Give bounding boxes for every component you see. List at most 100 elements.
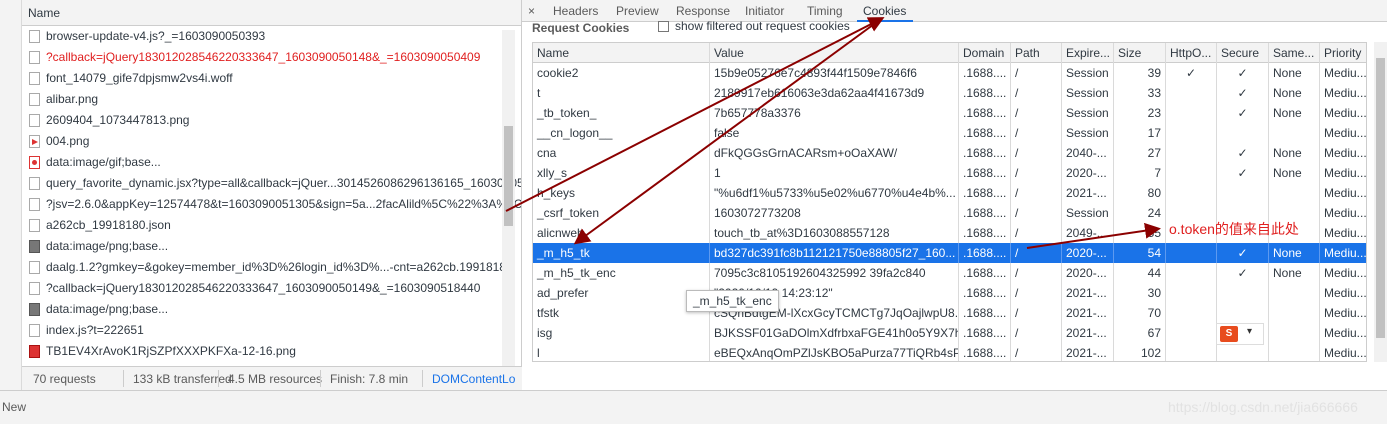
cookie-row[interactable]: _m_h5_tk bd327dc391fc8b112121750e88805f27… [533, 243, 1366, 263]
request-row[interactable]: font_14079_gife7dpjsmw2vs4i.woff [22, 68, 521, 89]
request-row[interactable]: query_favorite_dynamic.jsx?type=all&call… [22, 173, 521, 194]
tab-timing[interactable]: Timing [807, 4, 843, 18]
cookie-priority-cell: Mediu... [1320, 123, 1366, 143]
column-header-value[interactable]: Value [710, 43, 959, 63]
cookie-row[interactable]: l eBEQxAnqOmPZlJsKBO5aPurza77TiQRb4sP....… [533, 343, 1366, 361]
tab-response[interactable]: Response [676, 4, 730, 18]
cookie-value-cell: 2189917eb616063e3da62aa4f41673d9 [710, 83, 959, 103]
chevron-down-icon[interactable]: ▾ [1247, 326, 1252, 337]
red-image-icon [29, 345, 40, 358]
request-row[interactable]: a262cb_19918180.json [22, 215, 521, 236]
column-header-domain[interactable]: Domain [959, 43, 1011, 63]
cookie-expires-cell: 2020-... [1062, 243, 1114, 263]
cookie-priority-cell: Mediu... [1320, 103, 1366, 123]
cookie-priority-cell: Mediu... [1320, 223, 1366, 243]
request-row[interactable]: TB1EV4XrAvoK1RjSZPfXXXPKFXa-12-16.png [22, 341, 521, 362]
column-header-httponly[interactable]: HttpO... [1166, 43, 1217, 63]
cookie-expires-cell: Session [1062, 103, 1114, 123]
cookie-secure-cell [1217, 343, 1269, 361]
request-row[interactable]: browser-update-v4.js?_=1603090050393 [22, 26, 521, 47]
image-icon [29, 240, 40, 253]
column-header-secure[interactable]: Secure [1217, 43, 1269, 63]
cookie-row[interactable]: __cn_logon__ false .1688.... / Session 17 Medi… [533, 123, 1366, 143]
cookie-httponly-cell [1166, 243, 1217, 263]
column-header-name[interactable]: Name [533, 43, 710, 63]
request-row[interactable]: ?jsv=2.6.0&appKey=12574478&t=16030900513… [22, 194, 521, 215]
drawer-new-label[interactable]: New [2, 400, 26, 414]
cookie-path-cell: / [1011, 303, 1062, 323]
watermark-text: https://blog.csdn.net/jia666666 [1168, 399, 1358, 415]
cookie-row[interactable]: cookie2 15b9e05276e7c4893f44f1509e7846f6.… [533, 63, 1366, 83]
cookie-path-cell: / [1011, 183, 1062, 203]
column-header-path[interactable]: Path [1011, 43, 1062, 63]
request-name: browser-update-v4.js?_=1603090050393 [46, 29, 266, 43]
cookie-name-cell: __cn_logon__ [533, 123, 710, 143]
column-header-expires[interactable]: Expire... [1062, 43, 1114, 63]
cookie-path-cell: / [1011, 203, 1062, 223]
cookie-row[interactable]: tfstk cSQhBdtgEM-lXcxGcyTCMCTg7JqOajlwpU8… [533, 303, 1366, 323]
cookie-httponly-cell [1166, 183, 1217, 203]
column-header-size[interactable]: Size [1114, 43, 1166, 63]
cookie-row[interactable]: _m_h5_tk_enc 7095c3c8105192604325992 39fa… [533, 263, 1366, 283]
annotation-text: o.token的值来自此处 [1169, 221, 1299, 237]
name-column-header[interactable]: Name [22, 0, 522, 26]
cookie-httponly-cell [1166, 343, 1217, 361]
cookie-row[interactable]: ad_prefer"2020/10/19 14:23:12".1688..../… [533, 283, 1366, 303]
cookie-value-cell: bd327dc391fc8b112121750e88805f27_160... [710, 243, 959, 263]
request-name: ?callback=jQuery183012028546220333647_16… [46, 281, 481, 295]
request-row[interactable]: alibar.png [22, 89, 521, 110]
column-header-samesite[interactable]: Same... [1269, 43, 1320, 63]
tab-preview[interactable]: Preview [616, 4, 659, 18]
column-header-priority[interactable]: Priority [1320, 43, 1366, 63]
show-filtered-cookies-label[interactable]: show filtered out request cookies [675, 19, 850, 33]
cookie-domain-cell: .1688.... [959, 243, 1011, 263]
request-row[interactable]: data:image/gif;base... [22, 152, 521, 173]
cookie-samesite-cell: None [1269, 143, 1320, 163]
cookie-domain-cell: .1688.... [959, 283, 1011, 303]
cookie-httponly-cell [1166, 103, 1217, 123]
tab-headers[interactable]: Headers [553, 4, 598, 18]
document-icon [29, 30, 40, 43]
cookie-httponly-cell [1166, 143, 1217, 163]
cookie-httponly-cell [1166, 263, 1217, 283]
cookie-domain-cell: .1688.... [959, 203, 1011, 223]
cookie-name-cell: xlly_s [533, 163, 710, 183]
cookie-row[interactable]: h_keys "%u6df1%u5733%u5e02%u6770%u4e4b%..… [533, 183, 1366, 203]
tab-initiator[interactable]: Initiator [745, 4, 784, 18]
network-request-panel: Name browser-update-v4.js?_=160309005039… [0, 0, 522, 390]
close-icon[interactable]: × [528, 4, 535, 18]
cookie-secure-cell [1217, 123, 1269, 143]
request-row[interactable]: index.js?t=222651 [22, 320, 521, 341]
tab-cookies[interactable]: Cookies [863, 4, 906, 18]
request-row[interactable]: ?callback=jQuery18301202854622033364​7_1… [22, 47, 521, 68]
cookie-name-cell: alicnweb [533, 223, 710, 243]
cookie-secure-cell [1217, 283, 1269, 303]
cookie-samesite-cell [1269, 183, 1320, 203]
document-icon [29, 282, 40, 295]
cookie-name-cell: _tb_token_ [533, 103, 710, 123]
request-list-scrollbar-thumb[interactable] [504, 126, 513, 226]
cookie-priority-cell: Mediu... [1320, 303, 1366, 323]
request-row[interactable]: data:image/png;base... [22, 236, 521, 257]
request-row[interactable]: data:image/png;base... [22, 299, 521, 320]
cookie-expires-cell: 2021-... [1062, 303, 1114, 323]
cookie-secure-cell: ✓ [1217, 263, 1269, 283]
request-row[interactable]: daalg.1.2?gmkey=&gokey=member_id%3D%26lo… [22, 257, 521, 278]
cookie-httponly-cell [1166, 83, 1217, 103]
status-finish: Finish: 7.8 min [330, 372, 409, 386]
request-row[interactable]: 004.png [22, 131, 521, 152]
cookie-row[interactable]: xlly_s 1.1688..../2020-... 7 ✓ None Mediu... [533, 163, 1366, 183]
cookie-expires-cell: 2021-... [1062, 283, 1114, 303]
cookie-httponly-cell [1166, 323, 1217, 343]
cookie-priority-cell: Mediu... [1320, 183, 1366, 203]
cookies-scrollbar-thumb[interactable] [1376, 58, 1385, 338]
gif-image-icon [29, 156, 40, 169]
cookie-row[interactable]: cna dFkQGGsGrnACARsm+oOaXAW/.1688..../204… [533, 143, 1366, 163]
cookie-row[interactable]: t 2189917eb616063e3da62aa4f41673d9.1688..… [533, 83, 1366, 103]
show-filtered-cookies-checkbox[interactable] [658, 21, 669, 32]
cookie-row[interactable]: _tb_token_ 7b657778a3376.1688.... / Session… [533, 103, 1366, 123]
request-row[interactable]: 2609404_1073447813.png [22, 110, 521, 131]
ime-widget[interactable]: S ▾ [1216, 323, 1264, 345]
cookie-path-cell: / [1011, 123, 1062, 143]
request-row[interactable]: ?callback=jQuery183012028546220333647_16… [22, 278, 521, 299]
